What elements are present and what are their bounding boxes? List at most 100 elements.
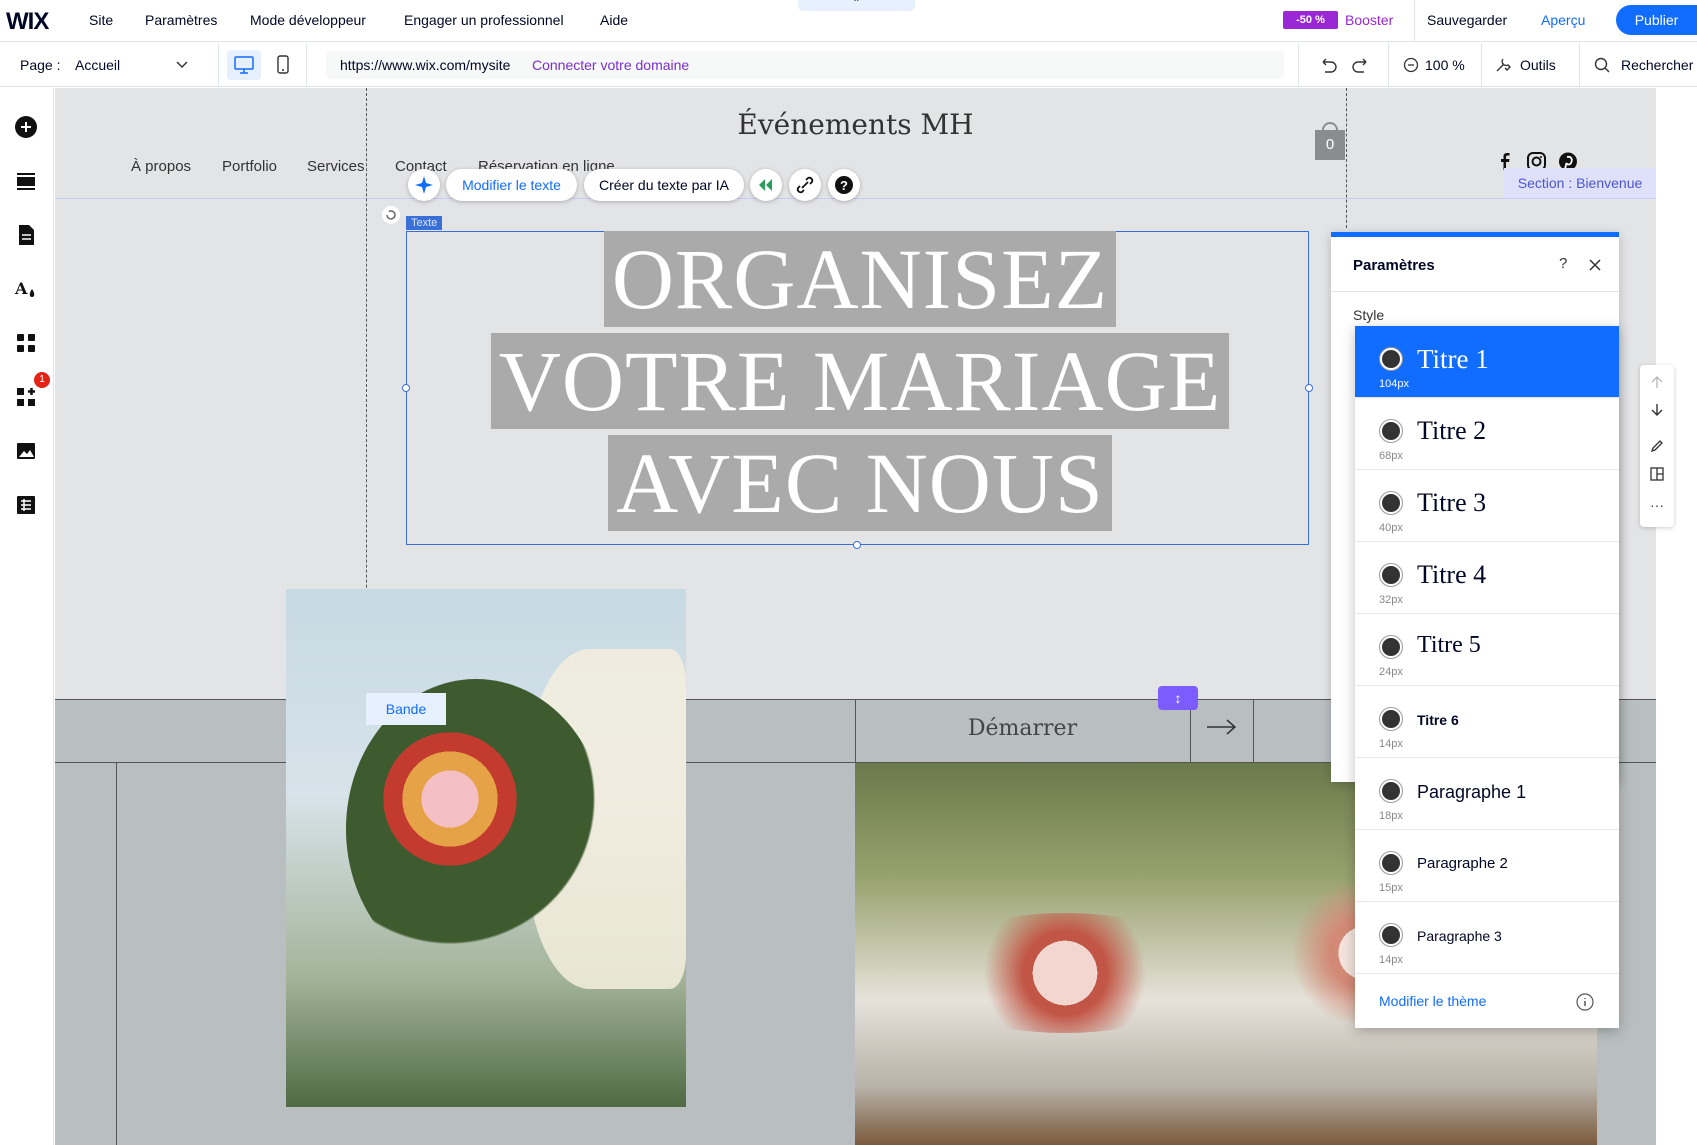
add-icon[interactable] — [14, 115, 38, 139]
preview-button[interactable]: Aperçu — [1541, 12, 1585, 28]
style-option-size: 32px — [1379, 594, 1403, 606]
menu-site[interactable]: Site — [89, 12, 113, 28]
tools-button[interactable]: Outils — [1520, 57, 1556, 73]
url-bar: https://www.wix.com/mysite Connecter vot… — [326, 51, 1284, 79]
element-side-toolbar: ··· — [1640, 365, 1674, 527]
style-option-paragraph-1[interactable]: Paragraphe 1 18px — [1355, 758, 1619, 830]
table-flowers — [915, 913, 1215, 1033]
undo-icon[interactable] — [1318, 56, 1338, 74]
style-option-heading-2[interactable]: Titre 2 68px — [1355, 398, 1619, 470]
search-button[interactable]: Rechercher — [1621, 57, 1693, 73]
layout-icon[interactable] — [1649, 466, 1665, 482]
headline-line-1: ORGANISEZ — [603, 231, 1117, 327]
color-swatch — [1380, 636, 1402, 658]
design-icon[interactable]: A — [14, 277, 38, 301]
zoom-out-icon[interactable] — [1403, 57, 1419, 73]
style-label: Style — [1353, 307, 1385, 323]
nav-services[interactable]: Services — [307, 158, 365, 175]
pencil-icon[interactable] — [1649, 438, 1665, 454]
close-icon[interactable] — [1589, 259, 1601, 271]
bouquet-image[interactable] — [286, 589, 686, 1107]
color-swatch — [1380, 564, 1402, 586]
style-option-heading-6[interactable]: Titre 6 14px — [1355, 686, 1619, 758]
resize-handle[interactable] — [1305, 384, 1313, 392]
desktop-view-button[interactable] — [227, 50, 261, 80]
edit-theme-link[interactable]: Modifier le thème — [1379, 993, 1486, 1009]
style-option-size: 14px — [1379, 954, 1403, 966]
connect-domain-link[interactable]: Connecter votre domaine — [532, 57, 689, 73]
help-button[interactable]: ? — [828, 169, 860, 201]
resize-handle[interactable] — [853, 541, 861, 549]
discount-badge: -50 % — [1283, 11, 1338, 29]
chevron-down-icon[interactable] — [176, 61, 188, 69]
animation-button[interactable] — [750, 169, 782, 201]
style-option-heading-5[interactable]: Titre 5 24px — [1355, 614, 1619, 686]
zoom-level[interactable]: 100 % — [1425, 57, 1465, 73]
headline-line-2: VOTRE MARIAGE — [490, 333, 1230, 429]
link-button[interactable] — [789, 169, 821, 201]
section-resize-handle[interactable]: ↕ — [1158, 686, 1198, 710]
style-option-paragraph-3[interactable]: Paragraphe 3 14px — [1355, 902, 1619, 974]
style-option-label: Paragraphe 2 — [1417, 855, 1508, 872]
panel-title: Paramètres — [1353, 257, 1435, 274]
cms-icon[interactable] — [14, 493, 38, 517]
resize-handle[interactable] — [402, 384, 410, 392]
svg-text:A: A — [14, 279, 28, 298]
help-icon[interactable]: ? — [1559, 255, 1567, 272]
move-down-icon[interactable] — [1649, 402, 1665, 418]
collapse-handle[interactable]: ⌃ — [798, 0, 915, 11]
style-option-heading-4[interactable]: Titre 4 32px — [1355, 542, 1619, 614]
color-swatch — [1380, 420, 1402, 442]
section-label[interactable]: Section : Bienvenue — [1504, 168, 1656, 198]
page-selector[interactable]: Accueil — [75, 57, 120, 73]
site-title[interactable]: Événements MH — [55, 108, 1656, 141]
style-option-label: Titre 6 — [1417, 712, 1459, 728]
ai-assistant-button[interactable] — [408, 169, 440, 201]
media-icon[interactable] — [14, 439, 38, 463]
sections-icon[interactable] — [14, 169, 38, 193]
style-option-size: 104px — [1379, 378, 1409, 390]
divider — [218, 43, 219, 87]
style-option-paragraph-2[interactable]: Paragraphe 2 15px — [1355, 830, 1619, 902]
strip-label[interactable]: Bande — [366, 693, 446, 725]
apps-icon[interactable] — [14, 331, 38, 355]
menu-hire-pro[interactable]: Engager un professionnel — [404, 12, 564, 28]
right-gutter — [1657, 88, 1697, 1145]
style-option-size: 14px — [1379, 738, 1403, 750]
start-button[interactable]: Démarrer — [855, 716, 1190, 741]
rotate-icon[interactable] — [381, 205, 401, 225]
menu-help[interactable]: Aide — [600, 12, 628, 28]
move-up-icon[interactable] — [1649, 374, 1665, 390]
search-icon[interactable] — [1594, 57, 1610, 73]
menu-dev-mode[interactable]: Mode développeur — [250, 12, 366, 28]
style-option-label: Titre 4 — [1417, 560, 1487, 589]
pages-icon[interactable] — [14, 223, 38, 247]
style-option-heading-3[interactable]: Titre 3 40px — [1355, 470, 1619, 542]
save-button[interactable]: Sauvegarder — [1427, 12, 1507, 28]
redo-icon[interactable] — [1351, 56, 1371, 74]
arrow-right-icon[interactable] — [1205, 718, 1239, 736]
grid-line — [1253, 699, 1254, 763]
style-option-heading-1[interactable]: Titre 1 104px — [1355, 326, 1619, 398]
style-option-size: 40px — [1379, 522, 1403, 534]
wix-logo[interactable]: WIX — [6, 8, 49, 36]
animation-icon — [759, 179, 772, 191]
edit-text-button[interactable]: Modifier le texte — [446, 169, 577, 201]
publish-button[interactable]: Publier — [1616, 5, 1697, 35]
tools-icon[interactable] — [1494, 56, 1512, 74]
more-options-icon[interactable]: ··· — [1649, 497, 1665, 513]
ai-text-button[interactable]: Créer du texte par IA — [584, 169, 744, 201]
nav-about[interactable]: À propos — [131, 158, 191, 175]
divider — [306, 43, 307, 87]
app-market-icon[interactable] — [14, 385, 38, 409]
color-swatch — [1380, 708, 1402, 730]
booster-link[interactable]: Booster — [1345, 12, 1393, 28]
menu-settings[interactable]: Paramètres — [145, 12, 217, 28]
color-swatch — [1380, 348, 1402, 370]
info-icon[interactable] — [1575, 992, 1595, 1012]
style-option-size: 68px — [1379, 450, 1403, 462]
text-style-dropdown[interactable]: Titre 1 104px Titre 2 68px Titre 3 40px … — [1355, 326, 1619, 1028]
hero-headline[interactable]: ORGANISEZ VOTRE MARIAGE AVEC NOUS — [430, 228, 1290, 534]
mobile-icon[interactable] — [276, 55, 290, 75]
nav-portfolio[interactable]: Portfolio — [222, 158, 277, 175]
